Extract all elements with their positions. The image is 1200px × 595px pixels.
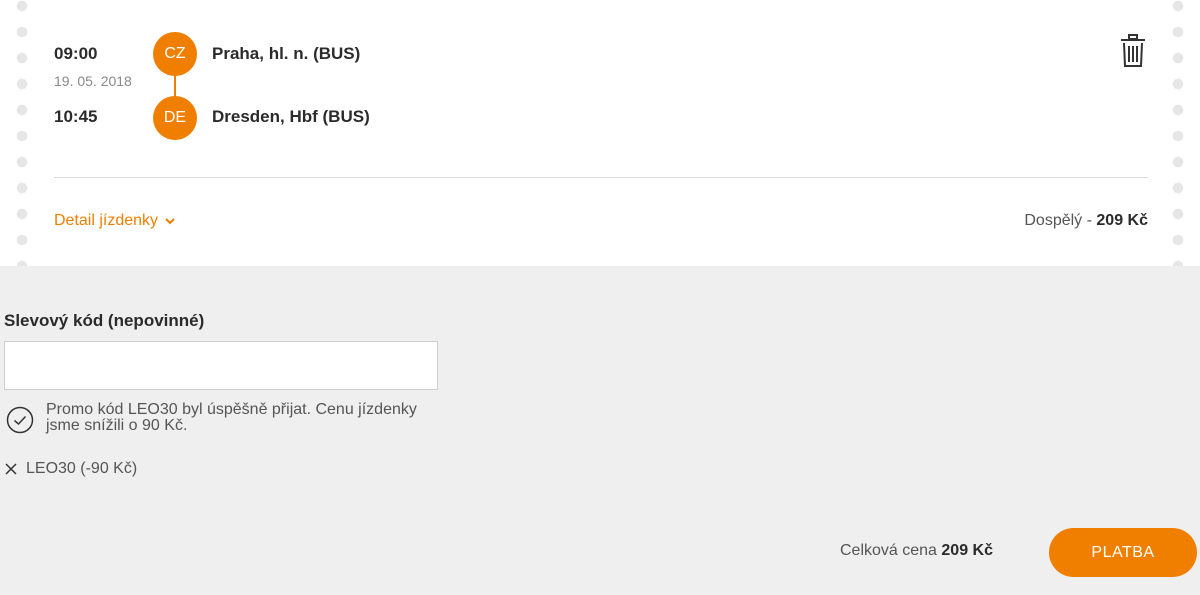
ticket-price: 209 Kč: [1096, 212, 1148, 229]
promo-success-message: Promo kód LEO30 byl úspěšně přijat. Cenu…: [46, 401, 417, 434]
passenger-type: Dospělý: [1024, 212, 1083, 229]
departure-time: 09:00: [54, 44, 98, 63]
departure-country-badge: CZ: [153, 32, 197, 76]
check-circle-icon: [6, 406, 34, 434]
promo-code-label: Slevový kód (nepovinné): [4, 311, 205, 330]
perforation-right: [1172, 0, 1184, 266]
total-value: 209 Kč: [941, 542, 993, 559]
pay-button[interactable]: PLATBA: [1049, 528, 1197, 577]
ticket-card: 09:00 19. 05. 2018 10:45 CZ DE Praha, hl…: [0, 0, 1200, 266]
total-label: Celková cena: [840, 542, 937, 559]
delete-ticket-button[interactable]: [1118, 34, 1148, 68]
ticket-detail-label: Detail jízdenky: [54, 212, 159, 229]
perforation-left: [16, 0, 28, 266]
departure-date: 19. 05. 2018: [54, 73, 132, 89]
chevron-down-icon: [165, 218, 175, 225]
route-connector: [174, 74, 176, 98]
passenger-separator: -: [1082, 212, 1097, 229]
trash-icon: [1121, 34, 1145, 67]
ticket-detail-toggle[interactable]: Detail jízdenky: [54, 212, 176, 230]
passenger-price: Dospělý - 209 Kč: [1024, 212, 1148, 230]
applied-promo-code: LEO30 (-90 Kč): [26, 460, 138, 477]
ticket-divider: [54, 177, 1148, 178]
close-icon: [5, 463, 17, 475]
promo-code-input[interactable]: [4, 341, 438, 390]
arrival-station: Dresden, Hbf (BUS): [212, 107, 370, 126]
departure-station: Praha, hl. n. (BUS): [212, 44, 361, 63]
arrival-country-badge: DE: [153, 96, 197, 140]
remove-promo-code-button[interactable]: LEO30 (-90 Kč): [4, 460, 137, 478]
total-price: Celková cena 209 Kč: [840, 542, 993, 560]
arrival-time: 10:45: [54, 107, 98, 126]
